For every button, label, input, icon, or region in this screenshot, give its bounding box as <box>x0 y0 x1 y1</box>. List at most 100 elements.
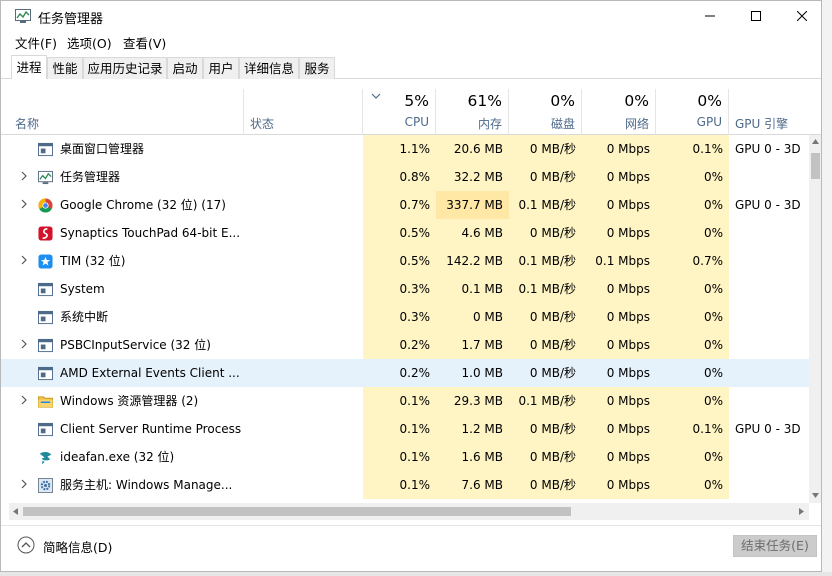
network-cell: 0 Mbps <box>582 163 656 191</box>
gpu-engine-cell <box>729 331 809 359</box>
fan-icon <box>39 452 52 465</box>
name-cell: System <box>9 275 244 303</box>
status-cell <box>244 415 363 443</box>
column-header-name[interactable]: 名称 <box>9 89 244 135</box>
network-cell: 0.1 Mbps <box>582 247 656 275</box>
table-row[interactable]: AMD External Events Client ... 0.2% 1.0 MB… <box>1 359 809 387</box>
table-row[interactable]: 系统中断 0.3% 0 MB 0 MB/秒 0 Mbps 0% <box>1 303 809 331</box>
expand-chevron-icon[interactable] <box>21 479 27 489</box>
table-row[interactable]: Synaptics TouchPad 64-bit E... 0.5% 4.6 MB… <box>1 219 809 247</box>
tab-app-history[interactable]: 应用历史记录 <box>83 57 167 79</box>
window-title: 任务管理器 <box>38 12 104 27</box>
tab-startup[interactable]: 启动 <box>167 57 203 79</box>
vertical-scrollbar-thumb[interactable] <box>811 153 820 179</box>
table-row[interactable]: 任务管理器 0.8% 32.2 MB 0 MB/秒 0 Mbps 0% <box>1 163 809 191</box>
disk-total-percent: 0% <box>550 92 575 110</box>
disk-cell: 0 MB/秒 <box>509 443 582 471</box>
table-row[interactable]: TIM (32 位) 0.5% 142.2 MB 0.1 MB/秒 0.1 Mbps 0.… <box>1 247 809 275</box>
folder-icon <box>38 396 53 408</box>
tab-processes[interactable]: 进程 <box>11 55 47 79</box>
collapse-chevron-icon[interactable] <box>17 536 35 554</box>
gpu-engine-cell: GPU 0 - 3D <box>735 198 801 212</box>
process-name: System <box>60 282 105 296</box>
tab-services[interactable]: 服务 <box>299 57 335 79</box>
scroll-left-icon[interactable] <box>13 508 18 515</box>
network-cell: 0 Mbps <box>582 275 656 303</box>
expand-chevron-icon[interactable] <box>21 199 27 209</box>
minimize-button[interactable] <box>687 1 733 31</box>
tab-performance[interactable]: 性能 <box>47 57 83 79</box>
table-row[interactable]: Windows 资源管理器 (2) 0.1% 29.3 MB 0.1 MB/秒 0 Mb… <box>1 387 809 415</box>
name-cell: TIM (32 位) <box>9 247 244 275</box>
window-icon <box>38 142 53 157</box>
table-row[interactable]: PSBCInputService (32 位) 0.2% 1.7 MB 0 MB/秒 0… <box>1 331 809 359</box>
window-icon <box>38 310 53 325</box>
process-name: 系统中断 <box>60 310 109 324</box>
vertical-scrollbar[interactable] <box>809 135 821 503</box>
name-cell: PSBCInputService (32 位) <box>9 331 244 359</box>
name-cell: Synaptics TouchPad 64-bit E... <box>9 219 244 247</box>
column-header-disk[interactable]: 0% 磁盘 <box>509 89 582 135</box>
cpu-cell: 0.5% <box>363 219 436 247</box>
fewer-details-link[interactable]: 简略信息(D) <box>43 537 112 556</box>
name-cell: ideafan.exe (32 位) <box>9 443 244 471</box>
maximize-button[interactable] <box>733 1 779 31</box>
menu-file[interactable]: 文件(F) <box>15 33 57 52</box>
cpu-cell: 0.2% <box>363 331 436 359</box>
footer-bar: 简略信息(D) 结束任务(E) <box>1 525 821 571</box>
column-header-gpu-engine[interactable]: GPU 引擎 <box>729 89 821 135</box>
column-header-memory[interactable]: 61% 内存 <box>436 89 509 135</box>
memory-cell: 1.0 MB <box>461 366 503 380</box>
window-icon <box>38 366 53 381</box>
gpu-cell: 0.1% <box>656 415 729 443</box>
column-header-status[interactable]: 状态 <box>244 89 363 135</box>
gpu-engine-cell <box>729 471 809 499</box>
table-row[interactable]: ideafan.exe (32 位) 0.1% 1.6 MB 0 MB/秒 0 Mbps… <box>1 443 809 471</box>
gpu-total-percent: 0% <box>697 92 722 110</box>
expand-chevron-icon[interactable] <box>21 395 27 405</box>
process-name: 服务主机: Windows Manage... <box>60 478 233 492</box>
expand-chevron-icon[interactable] <box>21 255 27 265</box>
cpu-cell: 0.1% <box>363 443 436 471</box>
end-task-button[interactable]: 结束任务(E) <box>733 535 817 557</box>
column-header-cpu[interactable]: 5% CPU <box>363 89 436 135</box>
menu-view[interactable]: 查看(V) <box>123 33 166 52</box>
status-cell <box>244 387 363 415</box>
table-row[interactable]: System 0.3% 0.1 MB 0.1 MB/秒 0 Mbps 0% <box>1 275 809 303</box>
close-icon <box>797 11 807 21</box>
scroll-down-icon[interactable] <box>812 493 819 498</box>
column-header-gpu[interactable]: 0% GPU <box>656 89 729 135</box>
scroll-right-icon[interactable] <box>799 508 804 515</box>
menu-options[interactable]: 选项(O) <box>67 33 112 52</box>
table-row[interactable]: 服务主机: Windows Manage... 0.1% 7.6 MB 0 MB/秒 0… <box>1 471 809 499</box>
menu-bar: 文件(F) 选项(O) 查看(V) <box>1 31 821 51</box>
table-row[interactable]: Client Server Runtime Process 0.1% 1.2 MB 0… <box>1 415 809 443</box>
tab-details[interactable]: 详细信息 <box>239 57 299 79</box>
column-header-network[interactable]: 0% 网络 <box>582 89 656 135</box>
window-icon <box>38 338 53 353</box>
table-row[interactable]: 桌面窗口管理器 1.1% 20.6 MB 0 MB/秒 0 Mbps 0.1% GPU 0 … <box>1 135 809 163</box>
process-list: 桌面窗口管理器 1.1% 20.6 MB 0 MB/秒 0 Mbps 0.1% GPU 0 … <box>1 135 809 503</box>
close-button[interactable] <box>779 1 821 31</box>
table-row[interactable]: Google Chrome (32 位) (17) 0.7% 337.7 MB 0.1… <box>1 191 809 219</box>
gpu-engine-cell <box>729 163 809 191</box>
horizontal-scrollbar[interactable] <box>9 503 809 520</box>
name-cell: 服务主机: Windows Manage... <box>9 471 244 499</box>
horizontal-scrollbar-thumb[interactable] <box>23 507 571 516</box>
process-name: 桌面窗口管理器 <box>60 142 145 156</box>
name-cell: Client Server Runtime Process <box>9 415 244 443</box>
title-bar[interactable]: 任务管理器 <box>1 1 821 31</box>
expand-chevron-icon[interactable] <box>21 171 27 181</box>
name-cell: Google Chrome (32 位) (17) <box>9 191 244 219</box>
desktop-background <box>822 0 832 576</box>
gpu-engine-cell <box>729 443 809 471</box>
gpu-engine-cell <box>729 387 809 415</box>
taskmgr-icon <box>38 170 53 185</box>
memory-cell: 0 MB <box>436 303 509 331</box>
memory-cell: 4.6 MB <box>436 219 509 247</box>
desktop-background-bottom <box>0 572 832 576</box>
memory-cell: 7.6 MB <box>436 471 509 499</box>
expand-chevron-icon[interactable] <box>21 339 27 349</box>
scroll-up-icon[interactable] <box>812 139 819 144</box>
tab-users[interactable]: 用户 <box>203 57 239 79</box>
